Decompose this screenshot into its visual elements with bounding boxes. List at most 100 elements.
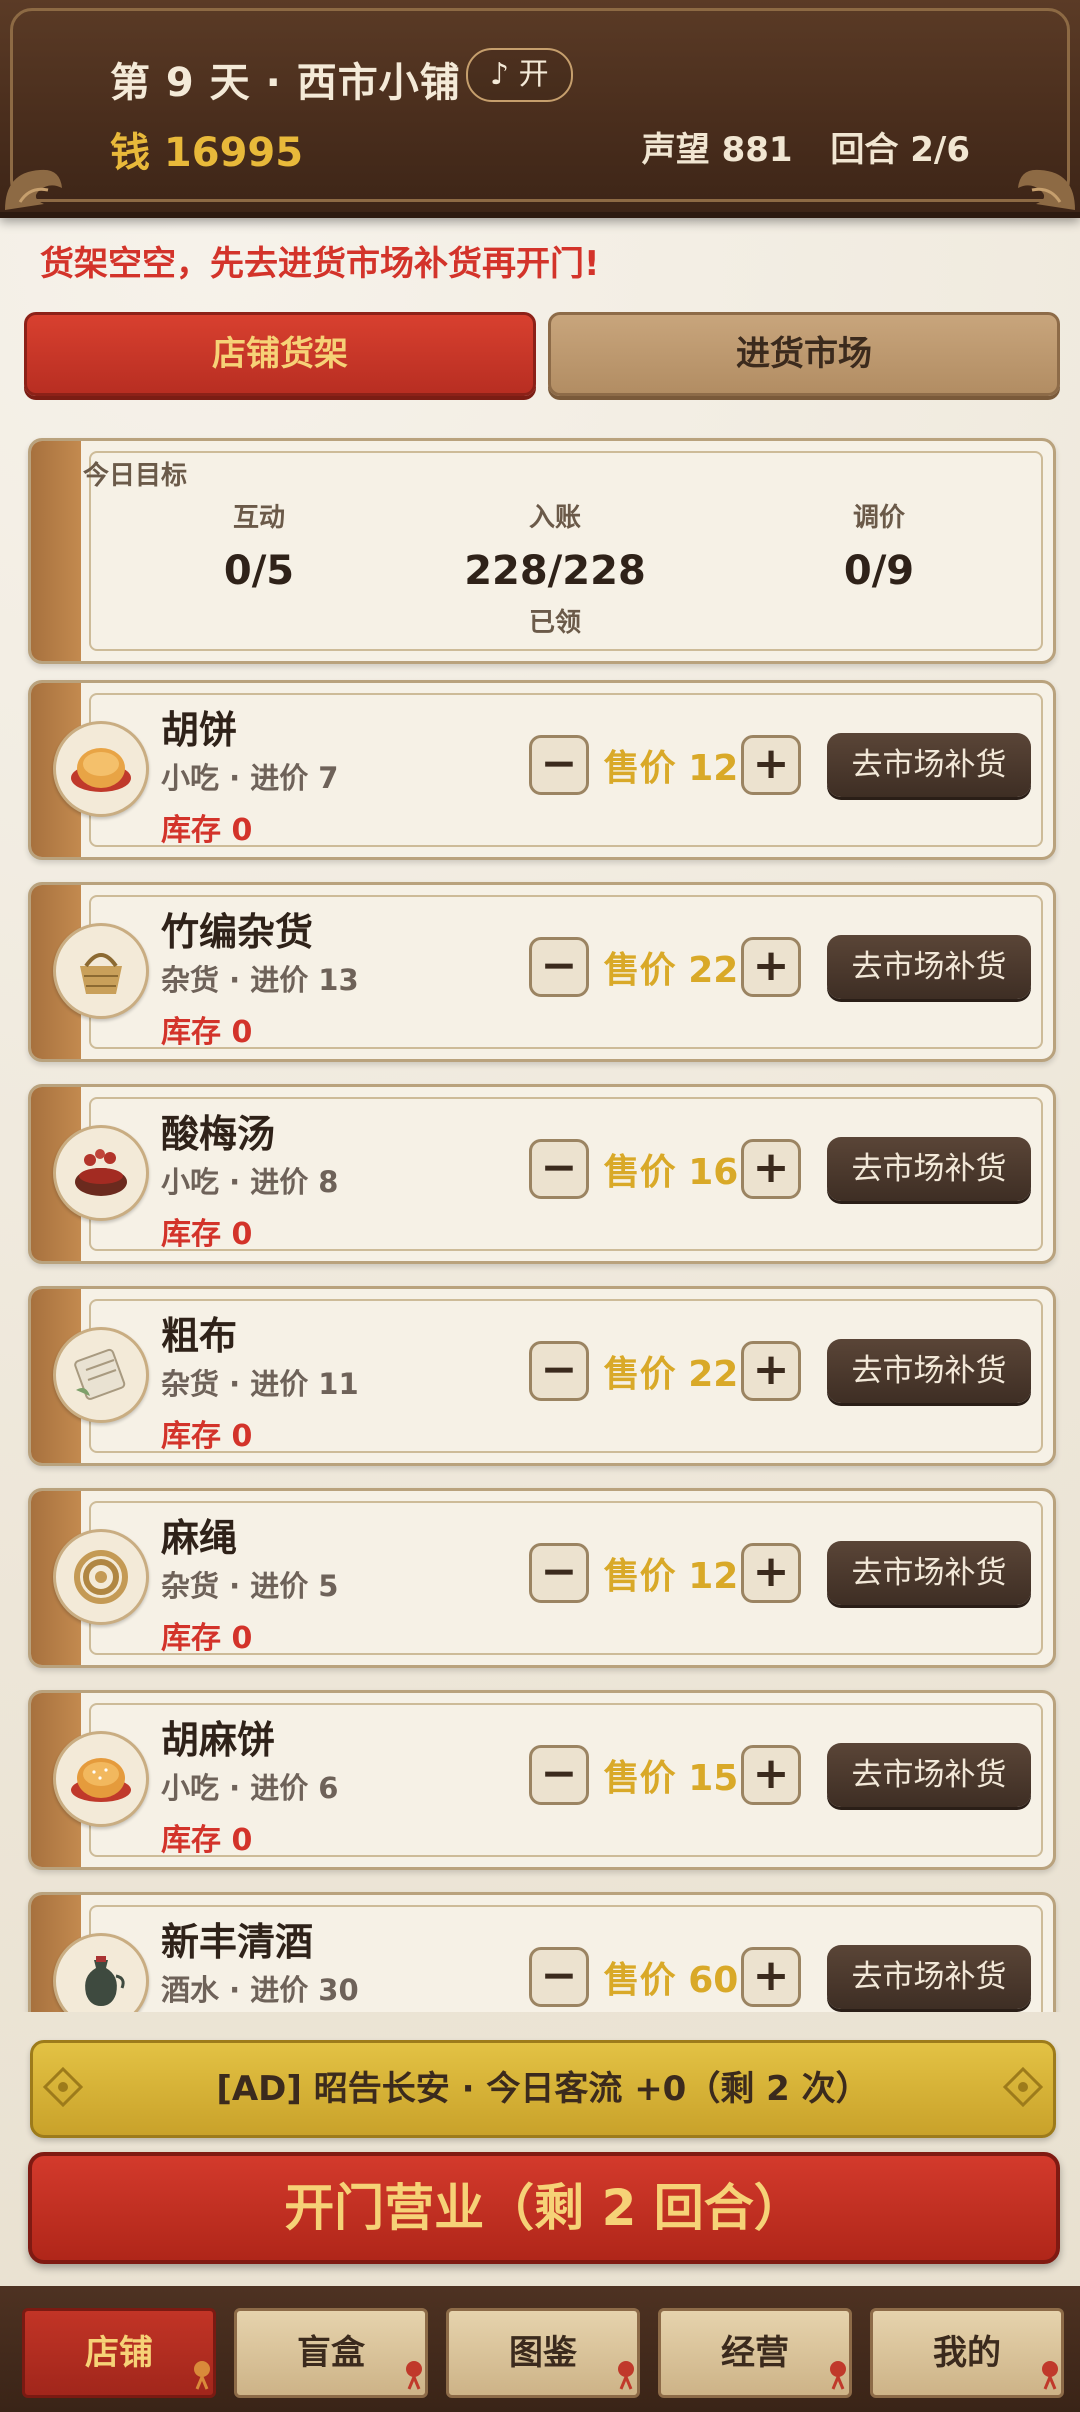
nav-item-profile[interactable]: 我的 bbox=[870, 2308, 1064, 2398]
bamboo-basket-icon bbox=[53, 923, 149, 1019]
product-stock: 库存 0 bbox=[161, 1823, 253, 1858]
diamond-ornament-icon bbox=[43, 2067, 83, 2107]
restock-button[interactable]: 去市场补货 bbox=[827, 935, 1031, 999]
goal-income-value: 228/228 bbox=[464, 548, 646, 594]
stats-display: 声望 881 回合 2/6 bbox=[642, 122, 970, 171]
restock-button[interactable]: 去市场补货 bbox=[827, 1137, 1031, 1201]
product-meta: 杂货 · 进价 13 bbox=[161, 963, 359, 997]
product-stock: 库存 0 bbox=[161, 1015, 253, 1050]
price-decrease-button[interactable]: − bbox=[529, 1543, 589, 1603]
product-stock: 库存 0 bbox=[161, 1217, 253, 1252]
ad-promotion-label: [AD] 昭告长安 · 今日客流 +0（剩 2 次） bbox=[216, 2069, 870, 2109]
goal-price-title: 调价 bbox=[852, 503, 905, 533]
restock-button[interactable]: 去市场补货 bbox=[827, 1743, 1031, 1807]
product-price: 售价 60 bbox=[603, 1960, 739, 2001]
tab-market[interactable]: 进货市场 bbox=[548, 312, 1060, 396]
price-increase-button[interactable]: + bbox=[741, 1947, 801, 2007]
nav-item-manage[interactable]: 经营 bbox=[658, 2308, 852, 2398]
goal-price-adjust: 调价 0/9 bbox=[759, 497, 999, 594]
price-increase-button[interactable]: + bbox=[741, 1139, 801, 1199]
music-toggle-button[interactable]: ♪ 开 bbox=[466, 48, 573, 102]
product-price: 售价 12 bbox=[603, 1556, 739, 1597]
round-display: 回合 2/6 bbox=[830, 130, 970, 170]
goal-income-status: 已领 bbox=[528, 608, 581, 638]
product-meta: 小吃 · 进价 7 bbox=[161, 761, 339, 795]
product-name: 粗布 bbox=[161, 1314, 238, 1358]
diamond-ornament-icon bbox=[1003, 2067, 1043, 2107]
nav-label: 我的 bbox=[933, 2333, 1001, 2373]
price-increase-button[interactable]: + bbox=[741, 1543, 801, 1603]
product-price: 售价 22 bbox=[603, 950, 739, 991]
price-decrease-button[interactable]: − bbox=[529, 1341, 589, 1401]
product-price: 售价 12 bbox=[603, 748, 739, 789]
price-decrease-button[interactable]: − bbox=[529, 735, 589, 795]
product-stock: 库存 0 bbox=[161, 1621, 253, 1656]
ad-promotion-button[interactable]: [AD] 昭告长安 · 今日客流 +0（剩 2 次） bbox=[30, 2040, 1056, 2138]
product-stock: 库存 0 bbox=[161, 813, 253, 848]
empty-shelf-warning: 货架空空，先去进货市场补货再开门! bbox=[40, 244, 600, 284]
product-name: 竹编杂货 bbox=[161, 910, 314, 954]
product-meta: 酒水 · 进价 30 bbox=[161, 1973, 359, 2007]
price-increase-button[interactable]: + bbox=[741, 937, 801, 997]
top-header: 第 9 天 · 西市小铺 ♪ 开 钱 16995 声望 881 回合 2/6 bbox=[0, 0, 1080, 218]
plum-soup-icon bbox=[53, 1125, 149, 1221]
product-card: 胡麻饼 小吃 · 进价 6 库存 0 − 售价 15 + 去市场补货 bbox=[28, 1690, 1056, 1870]
restock-button[interactable]: 去市场补货 bbox=[827, 1945, 1031, 2009]
goal-interact-title: 互动 bbox=[232, 503, 285, 533]
open-business-button[interactable]: 开门营业（剩 2 回合） bbox=[28, 2152, 1060, 2264]
nav-item-shop[interactable]: 店铺 bbox=[22, 2308, 216, 2398]
price-decrease-button[interactable]: − bbox=[529, 1139, 589, 1199]
tassel-knot-icon bbox=[1042, 2361, 1058, 2390]
product-card: 酸梅汤 小吃 · 进价 8 库存 0 − 售价 16 + 去市场补货 bbox=[28, 1084, 1056, 1264]
restock-button[interactable]: 去市场补货 bbox=[827, 1339, 1031, 1403]
goal-interact-value: 0/5 bbox=[223, 548, 295, 594]
cloud-ornament-icon bbox=[5, 169, 62, 210]
product-meta: 小吃 · 进价 8 bbox=[161, 1165, 339, 1199]
tassel-knot-icon bbox=[830, 2361, 846, 2390]
tassel-knot-icon bbox=[194, 2361, 210, 2390]
tassel-knot-icon bbox=[618, 2361, 634, 2390]
price-increase-button[interactable]: + bbox=[741, 1745, 801, 1805]
goal-price-value: 0/9 bbox=[843, 548, 915, 594]
day-shop-title: 第 9 天 · 西市小铺 bbox=[110, 60, 461, 106]
product-card: 胡饼 小吃 · 进价 7 库存 0 − 售价 12 + 去市场补货 bbox=[28, 680, 1056, 860]
product-meta: 小吃 · 进价 6 bbox=[161, 1771, 339, 1805]
product-name: 胡饼 bbox=[161, 708, 238, 752]
price-increase-button[interactable]: + bbox=[741, 1341, 801, 1401]
product-name: 胡麻饼 bbox=[161, 1718, 276, 1762]
restock-button[interactable]: 去市场补货 bbox=[827, 1541, 1031, 1605]
cloth-roll-icon bbox=[53, 1327, 149, 1423]
product-card: 新丰清酒 酒水 · 进价 30 − 售价 60 + 去市场补货 bbox=[28, 1892, 1056, 2012]
cloud-ornament-icon bbox=[1018, 169, 1075, 210]
tab-shop-shelf[interactable]: 店铺货架 bbox=[24, 312, 536, 396]
card-spine bbox=[31, 441, 81, 661]
price-decrease-button[interactable]: − bbox=[529, 1947, 589, 2007]
goal-income[interactable]: 入账 228/228 已领 bbox=[435, 497, 675, 639]
price-decrease-button[interactable]: − bbox=[529, 1745, 589, 1805]
bottom-nav: 店铺 盲盒 图鉴 经营 我的 bbox=[0, 2286, 1080, 2412]
price-increase-button[interactable]: + bbox=[741, 735, 801, 795]
nav-label: 盲盒 bbox=[297, 2333, 365, 2373]
nav-label: 图鉴 bbox=[509, 2333, 577, 2373]
product-meta: 杂货 · 进价 5 bbox=[161, 1569, 339, 1603]
nav-item-collection[interactable]: 图鉴 bbox=[446, 2308, 640, 2398]
flatbread-icon bbox=[53, 721, 149, 817]
product-price: 售价 22 bbox=[603, 1354, 739, 1395]
nav-item-blindbox[interactable]: 盲盒 bbox=[234, 2308, 428, 2398]
product-stock: 库存 0 bbox=[161, 1419, 253, 1454]
product-card: 麻绳 杂货 · 进价 5 库存 0 − 售价 12 + 去市场补货 bbox=[28, 1488, 1056, 1668]
restock-button[interactable]: 去市场补货 bbox=[827, 733, 1031, 797]
money-display: 钱 16995 bbox=[110, 130, 304, 176]
product-name: 麻绳 bbox=[161, 1516, 238, 1560]
product-price: 售价 15 bbox=[603, 1758, 739, 1799]
product-price: 售价 16 bbox=[603, 1152, 739, 1193]
goal-label: 今日目标 bbox=[83, 461, 188, 491]
reputation-display: 声望 881 bbox=[641, 130, 793, 170]
product-list[interactable]: 胡饼 小吃 · 进价 7 库存 0 − 售价 12 + 去市场补货 竹编杂货 杂… bbox=[0, 676, 1080, 2012]
daily-goal-card: 今日目标 互动 0/5 入账 228/228 已领 调价 0/9 bbox=[28, 438, 1056, 664]
product-name: 新丰清酒 bbox=[161, 1920, 314, 1964]
nav-label: 经营 bbox=[721, 2333, 789, 2373]
product-card: 粗布 杂货 · 进价 11 库存 0 − 售价 22 + 去市场补货 bbox=[28, 1286, 1056, 1466]
sesame-cake-icon bbox=[53, 1731, 149, 1827]
price-decrease-button[interactable]: − bbox=[529, 937, 589, 997]
